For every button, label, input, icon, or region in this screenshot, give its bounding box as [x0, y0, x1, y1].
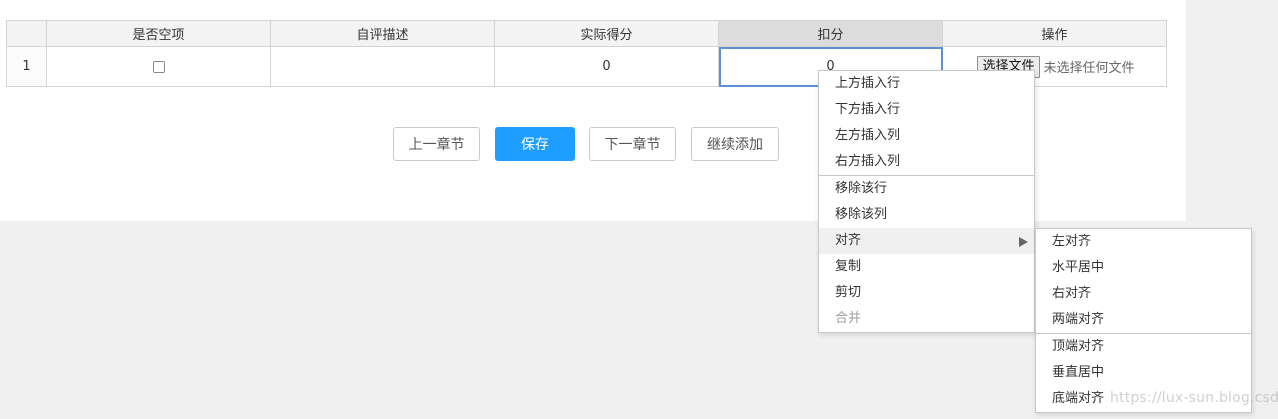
header-self-description[interactable]: 自评描述 — [270, 20, 495, 47]
is-empty-cell[interactable] — [46, 46, 271, 87]
watermark: https://lux-sun.blog.csdn.net — [1110, 390, 1278, 406]
actual-score-cell[interactable]: 0 — [494, 46, 719, 87]
next-chapter-button[interactable]: 下一章节 — [589, 127, 676, 161]
submenu-align-center[interactable]: 水平居中 — [1036, 255, 1251, 281]
submenu-align-top[interactable]: 顶端对齐 — [1036, 334, 1251, 360]
save-button[interactable]: 保存 — [495, 127, 575, 161]
prev-chapter-button[interactable]: 上一章节 — [393, 127, 480, 161]
header-deduction[interactable]: 扣分 — [718, 20, 943, 47]
context-menu: 上方插入行 下方插入行 左方插入列 右方插入列 移除该行 移除该列 对齐 复制 … — [818, 70, 1035, 333]
submenu-arrow-icon — [1019, 237, 1028, 247]
header-corner[interactable] — [6, 20, 47, 47]
file-status-text: 未选择任何文件 — [1043, 61, 1135, 76]
row-number[interactable]: 1 — [6, 46, 47, 87]
header-actual-score[interactable]: 实际得分 — [494, 20, 719, 47]
header-is-empty[interactable]: 是否空项 — [46, 20, 271, 47]
align-submenu: 左对齐 水平居中 右对齐 两端对齐 顶端对齐 垂直居中 底端对齐 — [1035, 228, 1252, 413]
menu-insert-row-below[interactable]: 下方插入行 — [819, 97, 1034, 123]
table-header-row: 是否空项 自评描述 实际得分 扣分 操作 — [6, 20, 1167, 47]
continue-add-button[interactable]: 继续添加 — [691, 127, 779, 161]
is-empty-checkbox[interactable] — [152, 60, 165, 73]
menu-insert-column-right[interactable]: 右方插入列 — [819, 149, 1034, 175]
menu-remove-column[interactable]: 移除该列 — [819, 202, 1034, 228]
submenu-align-middle[interactable]: 垂直居中 — [1036, 360, 1251, 386]
menu-insert-row-above[interactable]: 上方插入行 — [819, 71, 1034, 97]
submenu-align-right[interactable]: 右对齐 — [1036, 281, 1251, 307]
submenu-align-justify[interactable]: 两端对齐 — [1036, 307, 1251, 333]
header-actions[interactable]: 操作 — [942, 20, 1167, 47]
menu-align[interactable]: 对齐 — [819, 228, 1034, 254]
menu-align-label: 对齐 — [835, 233, 862, 248]
menu-cut[interactable]: 剪切 — [819, 280, 1034, 306]
menu-insert-column-left[interactable]: 左方插入列 — [819, 123, 1034, 149]
menu-merge[interactable]: 合并 — [819, 306, 1034, 332]
menu-copy[interactable]: 复制 — [819, 254, 1034, 280]
description-cell[interactable] — [270, 46, 495, 87]
submenu-align-left[interactable]: 左对齐 — [1036, 229, 1251, 255]
menu-remove-row[interactable]: 移除该行 — [819, 176, 1034, 202]
